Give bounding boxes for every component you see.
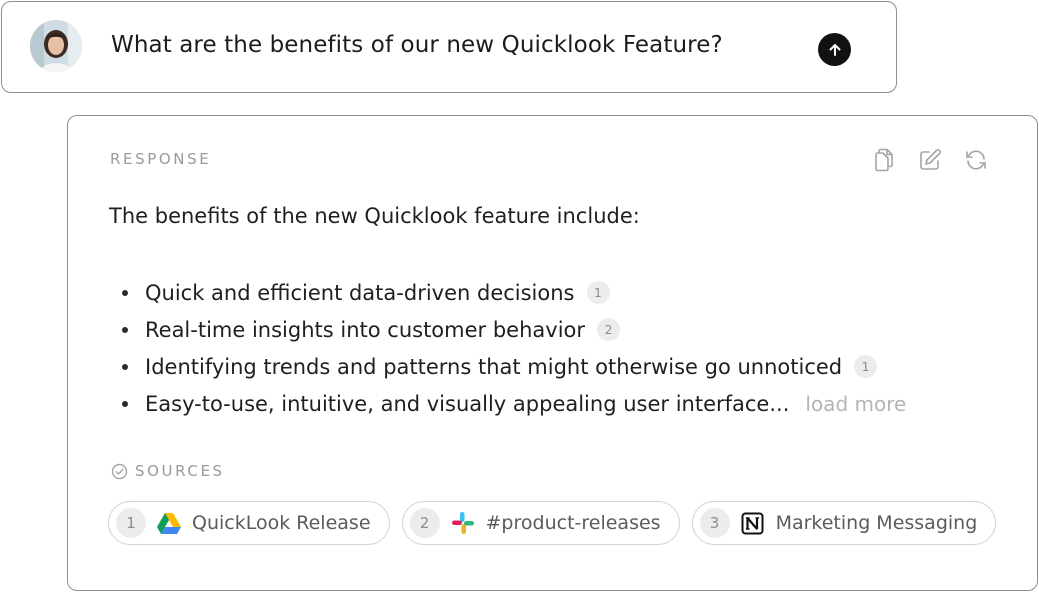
source-label: #product-releases	[485, 512, 661, 534]
citation-badge[interactable]: 2	[597, 318, 621, 341]
source-label: Marketing Messaging	[775, 512, 978, 534]
edit-icon	[920, 149, 941, 170]
citation-badge[interactable]: 1	[854, 355, 878, 378]
list-item-text: Identifying trends and patterns that mig…	[145, 354, 843, 379]
list-item-text: Real-time insights into customer behavio…	[145, 317, 586, 342]
edit-button[interactable]	[917, 147, 943, 173]
benefits-list: Quick and efficient data-driven decision…	[122, 274, 906, 422]
response-label: RESPONSE	[110, 150, 212, 168]
source-chip-slack[interactable]: 2 #product-releases	[401, 501, 680, 545]
arrow-up-icon	[829, 43, 840, 56]
bullet-icon	[122, 400, 128, 407]
response-actions	[871, 147, 989, 173]
copy-icon	[875, 148, 893, 172]
avatar	[30, 20, 82, 72]
notion-icon	[741, 511, 765, 535]
list-item: Identifying trends and patterns that mig…	[122, 348, 906, 385]
regenerate-button[interactable]	[963, 147, 989, 173]
slack-icon	[451, 511, 475, 535]
source-number: 3	[699, 508, 730, 538]
response-intro: The benefits of the new Quicklook featur…	[109, 204, 640, 228]
bullet-icon	[122, 363, 128, 370]
copy-button[interactable]	[871, 147, 897, 173]
refresh-icon	[966, 150, 986, 170]
query-text: What are the benefits of our new Quicklo…	[111, 32, 723, 58]
sources-header: SOURCES	[111, 462, 225, 480]
list-item-text: Easy-to-use, intuitive, and visually app…	[145, 391, 790, 416]
source-number: 2	[409, 508, 440, 538]
list-item: Quick and efficient data-driven decision…	[122, 274, 906, 311]
list-item: Easy-to-use, intuitive, and visually app…	[122, 385, 906, 422]
source-chip-google-drive[interactable]: 1 QuickLook Release	[108, 501, 390, 545]
source-number: 1	[116, 508, 146, 538]
send-button[interactable]	[818, 33, 851, 66]
query-bar[interactable]: What are the benefits of our new Quicklo…	[1, 1, 897, 93]
response-card: RESPONSE The benefits of the new Quicklo…	[67, 115, 1038, 591]
citation-badge[interactable]: 1	[586, 281, 610, 304]
source-chip-notion[interactable]: 3 Marketing Messaging	[691, 501, 997, 545]
bullet-icon	[122, 289, 128, 296]
bullet-icon	[122, 326, 128, 333]
list-item: Real-time insights into customer behavio…	[122, 311, 906, 348]
sources-list: 1 QuickLook Release 2 #product-releases …	[108, 501, 997, 545]
check-circle-icon	[111, 463, 128, 479]
load-more-link[interactable]: load more	[805, 392, 906, 416]
sources-label: SOURCES	[135, 462, 225, 480]
google-drive-icon	[157, 511, 181, 535]
source-label: QuickLook Release	[192, 512, 371, 534]
chat-stage: What are the benefits of our new Quicklo…	[0, 0, 1039, 592]
list-item-text: Quick and efficient data-driven decision…	[145, 280, 575, 305]
